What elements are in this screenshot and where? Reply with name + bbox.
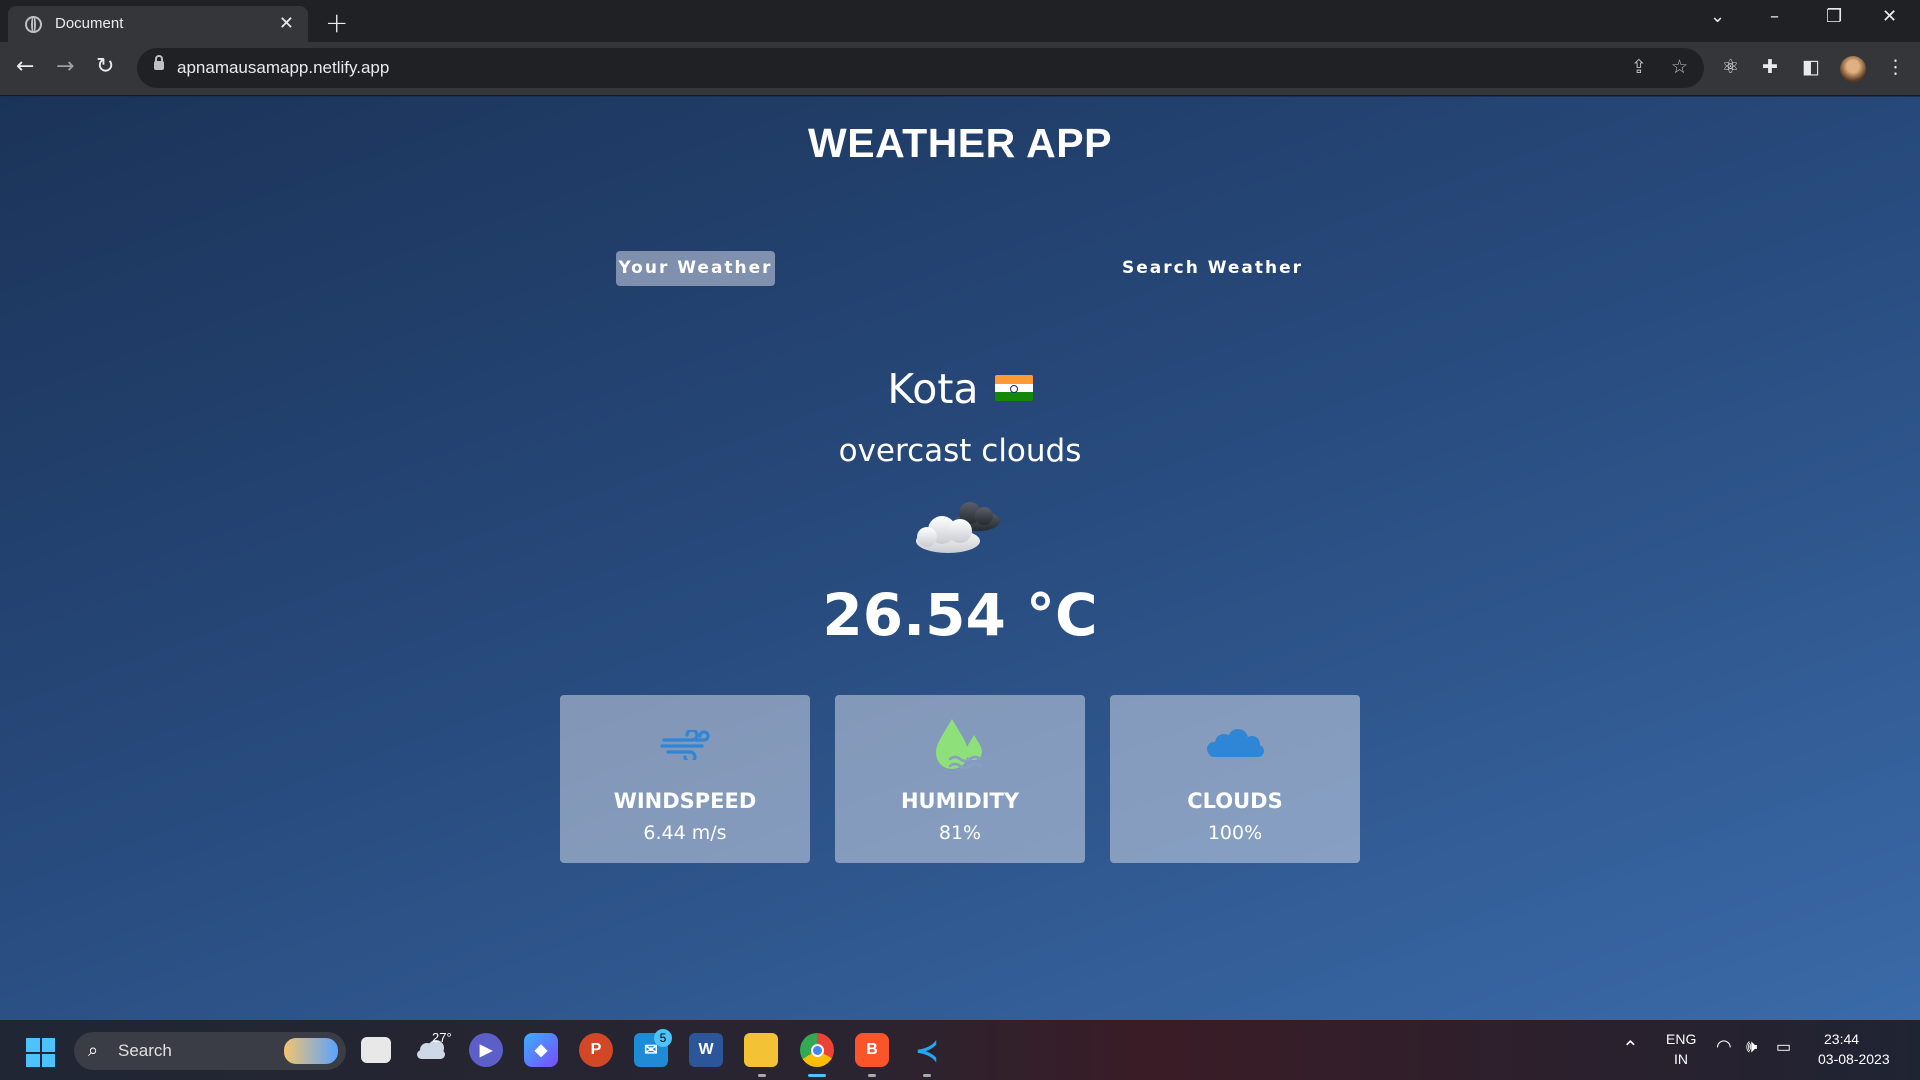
- url-text[interactable]: apnamausamapp.netlify.app: [177, 58, 389, 78]
- react-devtools-icon[interactable]: ⚛: [1722, 56, 1739, 78]
- task-view-icon[interactable]: [361, 1037, 391, 1063]
- browser-toolbar: ← → ↻ apnamausamapp.netlify.app ⇪ ☆ ⚛ ✚ …: [0, 42, 1920, 96]
- windows-start-icon[interactable]: [26, 1038, 55, 1067]
- app-title: WEATHER APP: [808, 120, 1112, 166]
- wifi-icon[interactable]: ◠: [1716, 1036, 1732, 1057]
- lock-icon[interactable]: [154, 55, 164, 70]
- humidity-label: HUMIDITY: [900, 789, 1020, 813]
- address-bar[interactable]: apnamausamapp.netlify.app ⇪ ☆: [137, 48, 1704, 88]
- browser-tab-bar: Document ✕ + ⌄ – ❐ ✕: [0, 0, 1920, 42]
- tab-title: Document: [55, 15, 124, 32]
- brave-running-indicator: [868, 1074, 876, 1077]
- clock-time[interactable]: 23:44: [1824, 1031, 1859, 1047]
- show-hidden-icons-chevron-icon[interactable]: ⌃: [1622, 1036, 1639, 1061]
- chrome-icon[interactable]: [800, 1033, 834, 1067]
- share-icon[interactable]: ⇪: [1631, 56, 1647, 78]
- bookmark-star-icon[interactable]: ☆: [1671, 56, 1688, 78]
- temperature: 26.54 °C: [822, 581, 1098, 649]
- reload-icon[interactable]: ↻: [96, 54, 114, 79]
- teams-chat-icon[interactable]: ▶: [469, 1033, 503, 1067]
- region-indicator[interactable]: IN: [1674, 1051, 1688, 1067]
- tab-search-weather[interactable]: Search Weather: [1110, 251, 1315, 286]
- humidity-icon: [936, 719, 982, 770]
- clouds-card: CLOUDS 100%: [1110, 695, 1360, 863]
- forward-icon[interactable]: →: [56, 54, 74, 79]
- weather-app-page: WEATHER APP Your Weather Search Weather …: [0, 97, 1920, 1020]
- humidity-value: 81%: [938, 822, 982, 844]
- brave-icon[interactable]: B: [855, 1033, 889, 1067]
- copilot-icon[interactable]: ◆: [524, 1033, 558, 1067]
- humidity-card: HUMIDITY 81%: [835, 695, 1085, 863]
- volume-icon[interactable]: 🕪: [1746, 1036, 1757, 1057]
- tab-search-icon[interactable]: ⌄: [1710, 6, 1725, 27]
- globe-icon: [25, 16, 42, 33]
- close-tab-icon[interactable]: ✕: [279, 13, 294, 34]
- side-panel-icon[interactable]: ◧: [1802, 56, 1820, 78]
- vscode-icon[interactable]: ≺: [910, 1033, 944, 1067]
- weather-widget-temp: 27°: [432, 1030, 452, 1045]
- taskbar-search-label: Search: [118, 1041, 172, 1060]
- minimize-button[interactable]: –: [1770, 6, 1779, 27]
- restore-button[interactable]: ❐: [1826, 6, 1842, 27]
- clouds-label: CLOUDS: [1187, 789, 1283, 813]
- file-explorer-icon[interactable]: [744, 1033, 778, 1067]
- search-highlight-icon: [284, 1038, 338, 1064]
- weather-description: overcast clouds: [838, 433, 1082, 469]
- windows-taskbar: ⌕ Search 27° ▶ ◆ P ✉ 5 W B ≺ ⌃ ENG IN ◠ …: [0, 1020, 1920, 1080]
- city-heading: Kota: [0, 365, 1920, 413]
- menu-kebab-icon[interactable]: ⋮: [1886, 56, 1905, 78]
- close-window-button[interactable]: ✕: [1882, 6, 1897, 27]
- windspeed-value: 6.44 m/s: [643, 822, 727, 844]
- browser-tab[interactable]: Document ✕: [8, 6, 308, 42]
- clock-date[interactable]: 03-08-2023: [1818, 1051, 1890, 1067]
- profile-avatar[interactable]: [1840, 56, 1866, 82]
- search-icon: ⌕: [88, 1040, 99, 1061]
- cloud-icon: [1207, 729, 1264, 757]
- overcast-clouds-icon: [916, 502, 1000, 553]
- windspeed-label: WINDSPEED: [613, 789, 757, 813]
- chrome-active-indicator: [808, 1074, 826, 1077]
- wind-icon: [660, 730, 710, 760]
- new-tab-button[interactable]: +: [325, 6, 348, 39]
- explorer-running-indicator: [758, 1074, 766, 1077]
- city-name: Kota: [887, 365, 979, 413]
- india-flag-icon: [994, 375, 1033, 401]
- back-icon[interactable]: ←: [16, 54, 34, 79]
- vscode-running-indicator: [923, 1074, 931, 1077]
- windspeed-card: WINDSPEED 6.44 m/s: [560, 695, 810, 863]
- powerpoint-icon[interactable]: P: [579, 1033, 613, 1067]
- taskbar-search[interactable]: ⌕ Search: [74, 1032, 346, 1070]
- battery-icon[interactable]: ▭: [1776, 1037, 1791, 1057]
- tab-your-weather[interactable]: Your Weather: [616, 251, 775, 286]
- word-icon[interactable]: W: [689, 1033, 723, 1067]
- clouds-value: 100%: [1207, 822, 1263, 844]
- mail-badge: 5: [654, 1029, 672, 1047]
- language-indicator[interactable]: ENG: [1666, 1031, 1696, 1047]
- extensions-puzzle-icon[interactable]: ✚: [1762, 56, 1778, 78]
